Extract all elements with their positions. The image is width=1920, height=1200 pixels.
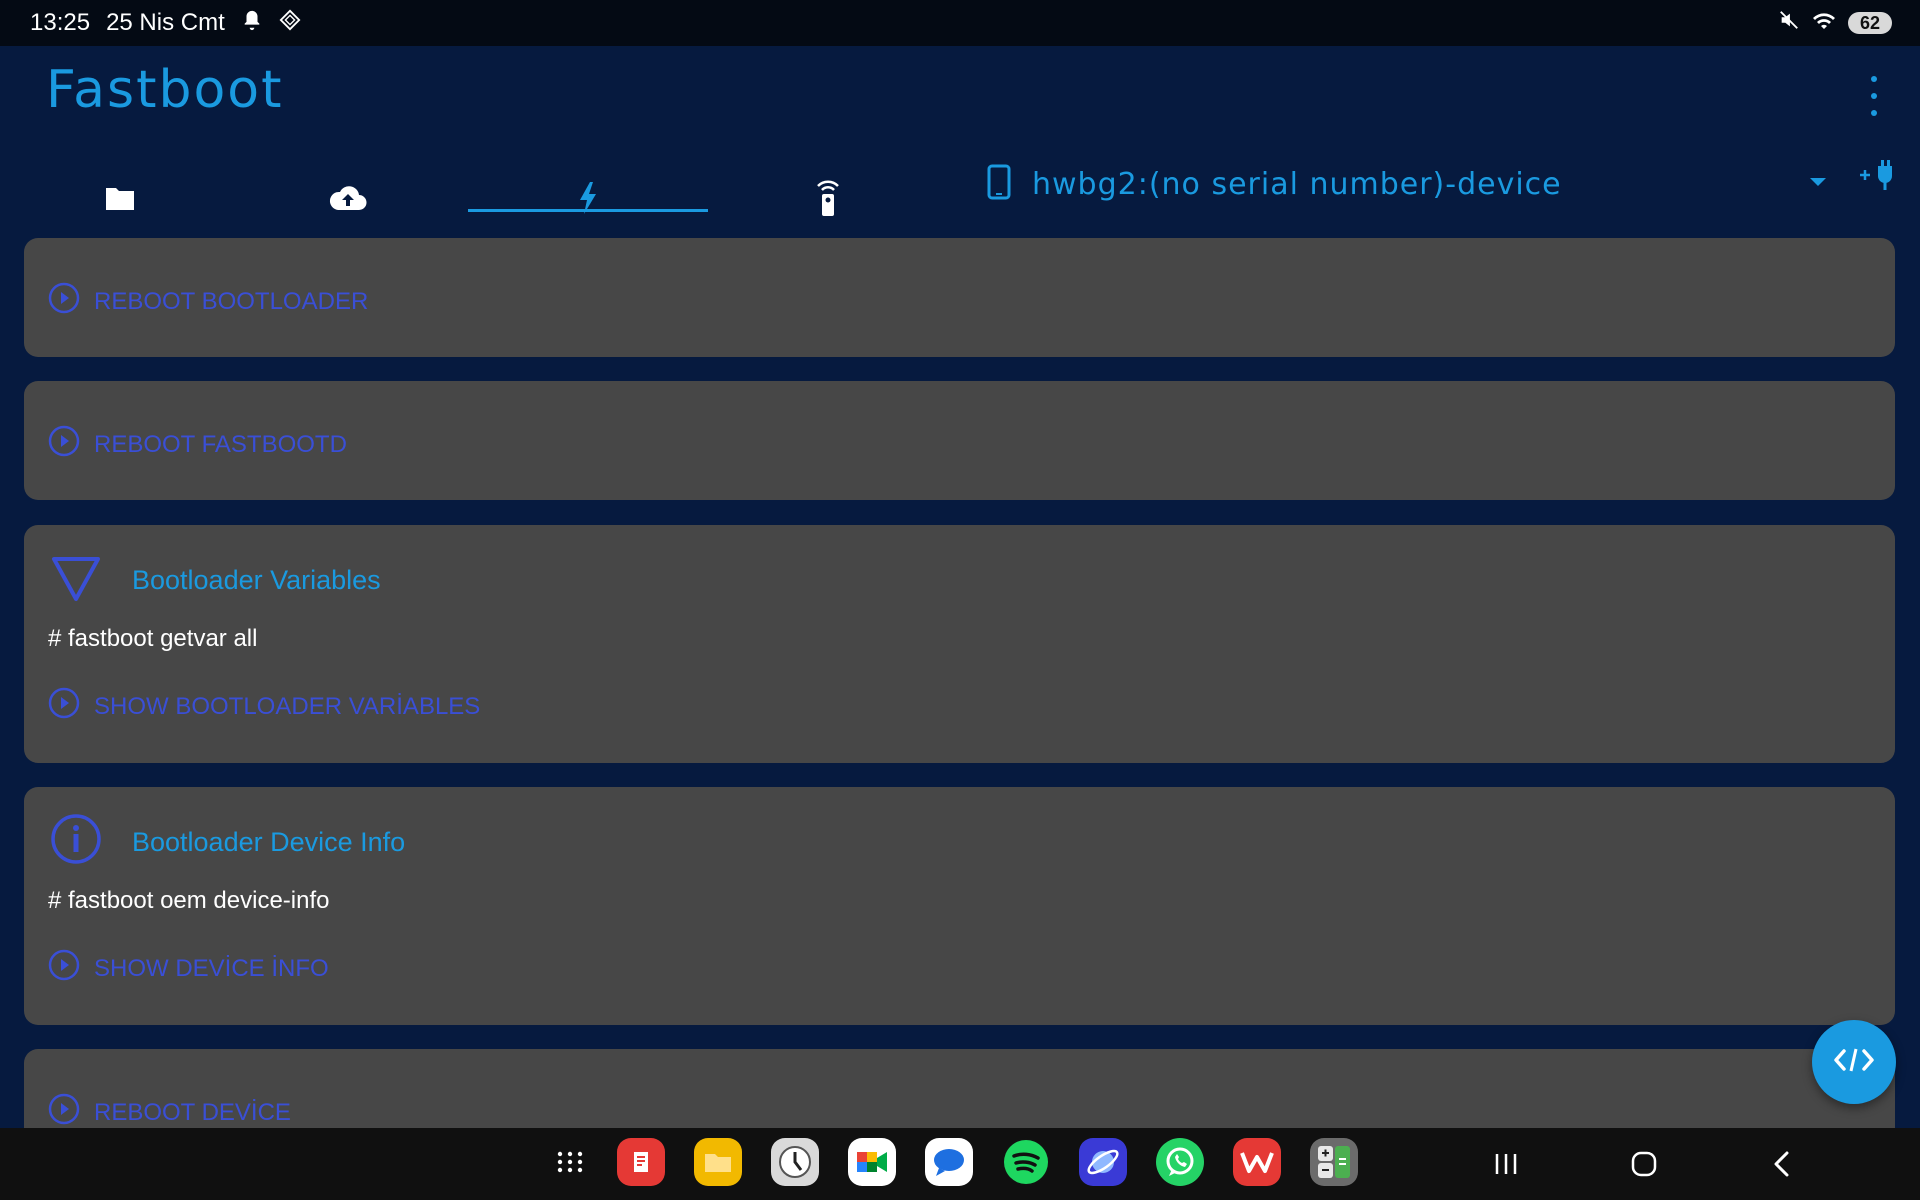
- status-left: 13:25 25 Nis Cmt: [30, 9, 301, 38]
- folder-icon: [104, 184, 136, 217]
- status-time: 13:25: [30, 9, 91, 36]
- browser-app-icon[interactable]: [1079, 1138, 1127, 1186]
- bootloader-variables-command: # fastboot getvar all: [48, 625, 258, 652]
- show-device-info-label: SHOW DEVİCE İNFO: [94, 954, 329, 982]
- tab-indicator: [468, 209, 708, 212]
- play-circle-icon: [48, 949, 80, 988]
- reboot-fastbootd-label: REBOOT FASTBOOTD: [94, 430, 347, 458]
- device-selector[interactable]: hwbg2:(no serial number)-device: [986, 156, 1826, 212]
- overflow-menu-button[interactable]: [1864, 76, 1884, 116]
- battery-indicator: 62: [1848, 12, 1892, 34]
- home-button[interactable]: [1622, 1142, 1666, 1186]
- reboot-fastbootd-button[interactable]: REBOOT FASTBOOTD: [48, 425, 347, 464]
- show-bootloader-variables-button[interactable]: SHOW BOOTLOADER VARİABLES: [48, 687, 480, 726]
- reboot-device-button[interactable]: REBOOT DEVİCE: [48, 1093, 291, 1132]
- chevron-down-icon: [1810, 178, 1826, 186]
- app-drawer-icon[interactable]: [546, 1138, 594, 1186]
- app-title: Fastboot: [46, 60, 284, 120]
- connect-device-button[interactable]: [1858, 158, 1896, 197]
- bootloader-variables-card: Bootloader Variables # fastboot getvar a…: [24, 525, 1895, 763]
- meet-app-icon[interactable]: [848, 1138, 896, 1186]
- status-bar: 13:25 25 Nis Cmt 62: [0, 0, 1920, 46]
- device-name: hwbg2:(no serial number)-device: [1032, 166, 1562, 202]
- reboot-bootloader-card: REBOOT BOOTLOADER: [24, 238, 1895, 357]
- dot: [1871, 110, 1877, 116]
- remote-icon: [813, 178, 843, 223]
- flash-icon: [578, 181, 598, 219]
- play-circle-icon: [48, 1093, 80, 1132]
- app-header: Fastboot hwbg2:(no serial number)-device: [0, 46, 1920, 242]
- phone-icon: [986, 164, 1012, 205]
- notes-app-icon[interactable]: [617, 1138, 665, 1186]
- files-app-icon[interactable]: [694, 1138, 742, 1186]
- reboot-bootloader-label: REBOOT BOOTLOADER: [94, 287, 369, 315]
- play-circle-icon: [48, 687, 80, 726]
- spotify-app-icon[interactable]: [1002, 1138, 1050, 1186]
- status-right: 62: [1778, 9, 1892, 38]
- info-icon: [50, 813, 102, 870]
- reboot-device-label: REBOOT DEVİCE: [94, 1098, 291, 1126]
- bell-icon: [241, 9, 263, 38]
- upload-cloud-icon: [329, 184, 367, 217]
- vpn-icon: [279, 9, 301, 38]
- whatsapp-app-icon[interactable]: [1156, 1138, 1204, 1186]
- dot: [1871, 93, 1877, 99]
- plug-add-icon: [1858, 160, 1896, 196]
- wps-app-icon[interactable]: [1233, 1138, 1281, 1186]
- mute-icon: [1778, 9, 1800, 38]
- bootloader-device-info-title: Bootloader Device Info: [132, 827, 406, 857]
- calculator-app-icon[interactable]: [1310, 1138, 1358, 1186]
- triangle-down-icon: [50, 555, 102, 608]
- clock-app-icon[interactable]: [771, 1138, 819, 1186]
- taskbar: [0, 1128, 1920, 1200]
- adb-fastboot-switch-button[interactable]: [1812, 1020, 1896, 1104]
- bootloader-device-info-card: Bootloader Device Info # fastboot oem de…: [24, 787, 1895, 1025]
- dot: [1871, 76, 1877, 82]
- play-circle-icon: [48, 282, 80, 321]
- wifi-icon: [1812, 9, 1836, 38]
- recent-apps-button[interactable]: [1484, 1142, 1528, 1186]
- back-button[interactable]: [1760, 1142, 1804, 1186]
- reboot-fastbootd-card: REBOOT FASTBOOTD: [24, 381, 1895, 500]
- show-device-info-button[interactable]: SHOW DEVİCE İNFO: [48, 949, 329, 988]
- reboot-bootloader-button[interactable]: REBOOT BOOTLOADER: [48, 282, 368, 321]
- play-circle-icon: [48, 425, 80, 464]
- show-bootloader-variables-label: SHOW BOOTLOADER VARİABLES: [94, 692, 481, 720]
- bootloader-variables-title: Bootloader Variables: [132, 565, 381, 595]
- bootloader-device-info-command: # fastboot oem device-info: [48, 887, 330, 914]
- code-arrows-icon: [1834, 1046, 1874, 1079]
- messages-app-icon[interactable]: [925, 1138, 973, 1186]
- status-date: 25 Nis Cmt: [106, 9, 225, 36]
